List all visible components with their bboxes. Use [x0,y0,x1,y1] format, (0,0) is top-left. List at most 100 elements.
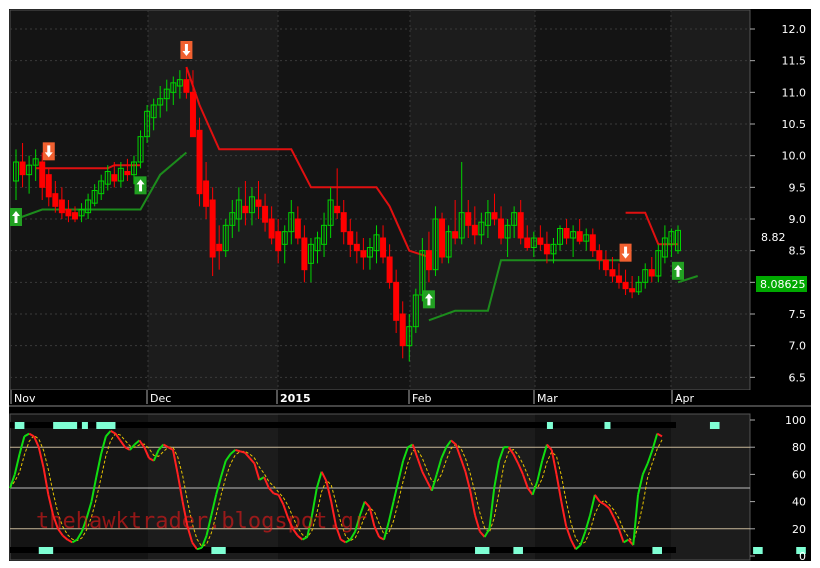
stochastic-panel: 0 20 40 60 80 100 thehawktrader.blogspot.gr [9,405,811,563]
candle-bear [386,256,393,283]
candle-bear [255,199,262,207]
candle-bear [347,231,354,245]
last-high-label: 8.82 [761,231,786,244]
stochastic-tick-label: 40 [792,496,806,509]
date-tick-label: Feb [412,392,431,405]
candle-bear [58,199,65,214]
overbought-block [53,422,78,429]
price-tick-label: 12.0 [782,23,807,36]
candle-bear [524,237,531,248]
candle-bear [340,212,347,233]
stochastic-tick-label: 80 [792,441,806,454]
price-tick-label: 8.5 [789,245,807,258]
candle-bear [602,259,609,271]
candle-bear [498,218,505,239]
overbought-block [14,422,25,429]
candle-bear [360,250,367,258]
oversold-block [475,547,490,554]
oversold-block [652,547,662,554]
price-panel: 6.57.07.58.08.59.09.510.010.511.011.512.… [9,9,807,391]
candle-bear [65,209,72,217]
candle-bear [380,237,387,258]
candle-bear [425,250,432,271]
candle-bear [19,161,26,176]
candle-bear [275,231,282,252]
candle-bear [334,205,341,214]
stock-chart: 6.57.07.58.08.59.09.510.010.511.011.512.… [0,0,820,568]
candle-bear [45,174,52,198]
candle-bear [268,218,275,239]
price-tick-label: 6.5 [789,371,807,384]
month-band [410,414,535,560]
date-tick-label: 2015 [280,392,311,405]
month-band [671,414,750,560]
month-band [410,10,535,390]
oversold-block [513,547,523,554]
candle-bear [183,79,190,93]
stochastic-k-segment [273,492,279,496]
candle-bear [203,180,210,207]
candle-bear [262,205,269,223]
candle-bear [399,313,406,347]
candle-bear [589,234,596,252]
stochastic-k-segment [235,448,241,453]
month-band [671,10,750,390]
candle-bear [491,212,498,220]
overbought-block [546,422,553,429]
price-tick-label: 10.0 [782,150,807,163]
candle-bear [294,218,301,239]
stochastic-tick-label: 100 [785,414,806,427]
candle-bear [622,281,629,290]
candle-bear [52,193,59,207]
candle-bear [209,199,216,258]
price-tick-label: 10.5 [782,118,807,131]
overbought-block [96,422,116,429]
date-tick-label: Dec [150,392,171,405]
candle-bear [124,171,131,176]
candle-bear [537,237,544,245]
oversold-block [211,547,226,554]
candle-bear [111,174,118,182]
price-tick-label: 7.5 [789,308,807,321]
candle-bear [596,250,603,261]
candle-bear [563,228,570,239]
candle-bear [301,237,308,271]
overbought-block [709,422,720,429]
price-tick-label: 11.5 [782,55,807,68]
price-tick-label: 11.0 [782,86,807,99]
date-tick-label: Apr [675,392,695,405]
overbought-block [81,422,88,429]
candle-bear [543,243,550,255]
candle-bear [517,212,524,239]
date-axis: Nov Dec 2015 Feb Mar Apr [9,390,811,406]
candle-bear [609,269,616,277]
candle-bear [439,218,446,258]
date-tick-label: Mar [537,392,558,405]
stochastic-k-segment [196,546,203,551]
candle-bear [71,212,78,220]
candle-bear [616,275,623,283]
candle-bear [39,161,46,188]
price-tick-label: 9.0 [789,213,807,226]
stochastic-tick-label: 0 [799,550,806,563]
candle-bear [465,212,472,226]
candle-bear [452,231,459,239]
candle-bear [648,269,655,277]
price-tick-label: 7.0 [789,340,807,353]
price-tick-label: 9.5 [789,181,807,194]
candle-bear [471,224,478,236]
month-band [278,414,410,560]
stochastic-k-segment [239,450,246,454]
candle-bear [576,231,583,242]
month-band [148,414,278,560]
candle-bear [393,281,400,321]
candle-bear [353,243,360,252]
stochastic-tick-label: 60 [792,468,806,481]
month-band [535,10,671,390]
oversold-block [753,547,763,554]
oversold-block [38,547,54,554]
overbought-block [604,422,611,429]
date-tick-label: Nov [14,392,36,405]
candle-bear [196,129,203,195]
candle-bear [629,288,636,293]
